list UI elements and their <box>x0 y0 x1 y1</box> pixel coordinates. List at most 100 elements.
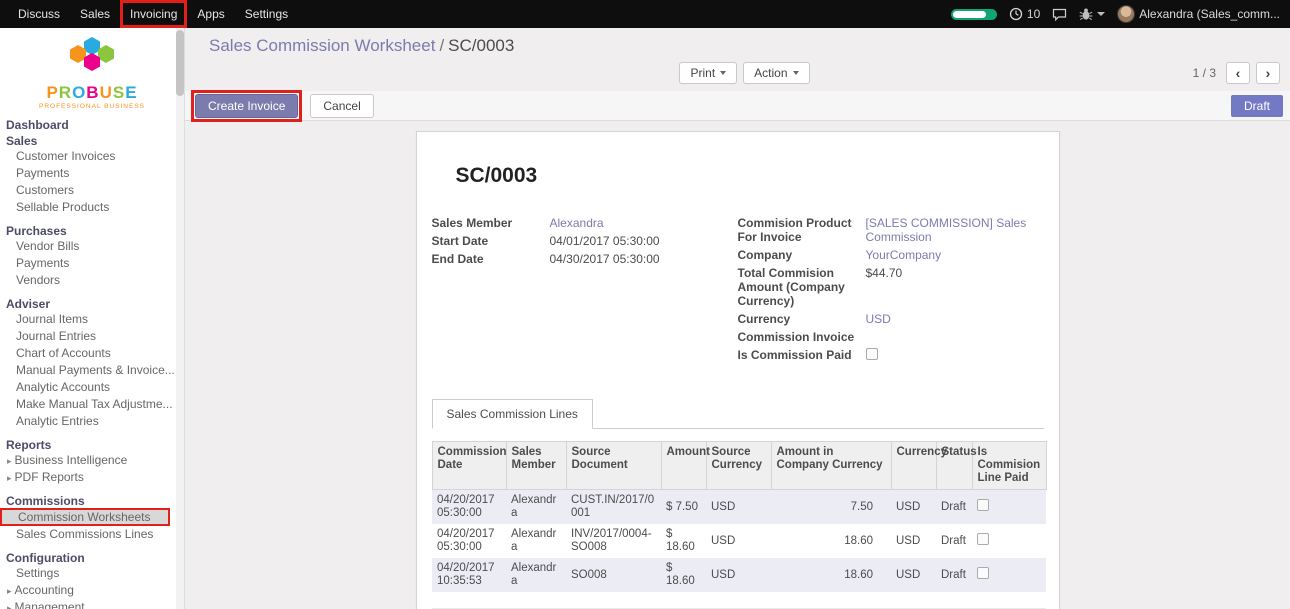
cell-amount-company-currency: 18.60 <box>771 558 891 592</box>
sidebar-section-reports[interactable]: Reports <box>0 438 184 452</box>
probuse-logo-text: PROBUSE <box>0 84 184 103</box>
cell-amount: $ 7.50 <box>661 490 706 525</box>
sidebar-item-manual-payments-invoice[interactable]: Manual Payments & Invoice... <box>0 362 184 379</box>
breadcrumb-parent-link[interactable]: Sales Commission Worksheet <box>209 36 435 55</box>
form-status-bar: Create Invoice Cancel Draft <box>185 91 1290 121</box>
sidebar-item-sales-commissions-lines[interactable]: Sales Commissions Lines <box>0 526 184 543</box>
topbar: Discuss Sales Invoicing Apps Settings 10 <box>0 0 1290 28</box>
topbar-menu-sales[interactable]: Sales <box>70 0 120 28</box>
topbar-menu-invoicing[interactable]: Invoicing <box>120 0 187 28</box>
field-label-total-commission-amount: Total Commision Amount (Company Currency… <box>738 266 866 308</box>
sidebar-item-pdf-reports[interactable]: ▸PDF Reports <box>0 469 184 486</box>
topbar-menu-settings[interactable]: Settings <box>235 0 298 28</box>
table-gap-row <box>432 592 1046 608</box>
debug-menu[interactable] <box>1079 8 1105 21</box>
sidebar-item-accounting[interactable]: ▸Accounting <box>0 582 184 599</box>
cell-source-currency: USD <box>706 524 771 558</box>
action-button[interactable]: Action <box>743 62 809 84</box>
sidebar-item-chart-of-accounts[interactable]: Chart of Accounts <box>0 345 184 362</box>
col-header-currency[interactable]: Currency <box>891 442 936 490</box>
cell-amount: $ 18.60 <box>661 524 706 558</box>
commission-product-link[interactable]: [SALES COMMISSION] Sales Commission <box>866 216 1041 244</box>
user-menu[interactable]: Alexandra (Sales_comm... <box>1117 5 1280 23</box>
sidebar-section-dashboard[interactable]: Dashboard <box>0 118 184 132</box>
col-header-sales-member[interactable]: Sales Member <box>506 442 566 490</box>
cancel-button[interactable]: Cancel <box>310 94 373 118</box>
activities-clock[interactable]: 10 <box>1009 7 1040 21</box>
sidebar-section-sales[interactable]: Sales <box>0 134 184 148</box>
activities-count: 10 <box>1027 7 1040 21</box>
sidebar-item-business-intelligence[interactable]: ▸Business Intelligence <box>0 452 184 469</box>
sales-member-link[interactable]: Alexandra <box>550 216 604 230</box>
sidebar-item-journal-entries[interactable]: Journal Entries <box>0 328 184 345</box>
sidebar-item-management[interactable]: ▸Management <box>0 599 184 609</box>
clock-icon <box>1009 7 1023 21</box>
probuse-logo-tagline: PROFESSIONAL BUSINESS <box>0 103 184 110</box>
table-row[interactable]: 04/20/2017 05:30:00 Alexandra INV/2017/0… <box>432 524 1046 558</box>
sidebar-scrollbar-thumb[interactable] <box>176 30 184 96</box>
sidebar-item-label: Business Intelligence <box>15 453 128 467</box>
sidebar-scrollbar[interactable] <box>176 28 184 609</box>
line-paid-checkbox[interactable] <box>977 533 989 545</box>
col-header-amount[interactable]: Amount <box>661 442 706 490</box>
field-label-start-date: Start Date <box>432 234 550 248</box>
cell-source-document: INV/2017/0004-SO008 <box>566 524 661 558</box>
table-row[interactable]: 04/20/2017 10:35:53 Alexandra SO008 $ 18… <box>432 558 1046 592</box>
col-header-amount-company-currency[interactable]: Amount in Company Currency <box>771 442 891 490</box>
status-badge-draft[interactable]: Draft <box>1231 95 1283 117</box>
company-link[interactable]: YourCompany <box>866 248 942 262</box>
sidebar-item-settings[interactable]: Settings <box>0 565 184 582</box>
sidebar-item-analytic-accounts[interactable]: Analytic Accounts <box>0 379 184 396</box>
print-button-label: Print <box>690 66 715 80</box>
debug-bug-icon <box>1079 8 1093 21</box>
sidebar-item-sellable-products[interactable]: Sellable Products <box>0 199 184 216</box>
tab-sales-commission-lines[interactable]: Sales Commission Lines <box>432 399 593 429</box>
sidebar-item-payments-sales[interactable]: Payments <box>0 165 184 182</box>
col-header-commission-date[interactable]: Commission Date <box>432 442 506 490</box>
expand-arrow-icon: ▸ <box>7 603 12 609</box>
topbar-menu-apps[interactable]: Apps <box>187 0 234 28</box>
sidebar-item-payments-purchases[interactable]: Payments <box>0 255 184 272</box>
is-commission-paid-checkbox[interactable] <box>866 348 878 360</box>
sidebar-item-vendor-bills[interactable]: Vendor Bills <box>0 238 184 255</box>
sidebar-item-label: Management <box>15 600 85 609</box>
pager-value: 1 / 3 <box>1193 66 1216 80</box>
cell-status: Draft <box>936 490 972 525</box>
sidebar-item-customer-invoices[interactable]: Customer Invoices <box>0 148 184 165</box>
messages-menu[interactable] <box>1052 8 1067 21</box>
col-header-is-commission-line-paid[interactable]: Is Commision Line Paid <box>972 442 1046 490</box>
sidebar-section-purchases[interactable]: Purchases <box>0 224 184 238</box>
sidebar-item-analytic-entries[interactable]: Analytic Entries <box>0 413 184 430</box>
print-button[interactable]: Print <box>679 62 737 84</box>
sidebar-item-customers[interactable]: Customers <box>0 182 184 199</box>
breadcrumb: Sales Commission Worksheet/SC/0003 <box>209 36 1280 56</box>
sidebar-item-journal-items[interactable]: Journal Items <box>0 311 184 328</box>
cell-sales-member: Alexandra <box>506 490 566 525</box>
planner-progress-bar[interactable] <box>951 9 997 20</box>
sidebar-item-commission-worksheets[interactable]: Commission Worksheets <box>0 508 170 526</box>
pager-previous-button[interactable]: ‹ <box>1226 62 1250 84</box>
sidebar-section-commissions[interactable]: Commissions <box>0 494 184 508</box>
cell-status: Draft <box>936 524 972 558</box>
topbar-menu-discuss[interactable]: Discuss <box>8 0 70 28</box>
probuse-logo[interactable]: PROBUSE PROFESSIONAL BUSINESS <box>0 28 184 114</box>
form-view: SC/0003 Sales Member Alexandra Start Dat… <box>185 121 1290 609</box>
systray: 10 Alexandra (Sales_comm... <box>951 5 1290 23</box>
sidebar-item-vendors[interactable]: Vendors <box>0 272 184 289</box>
pager-next-button[interactable]: › <box>1256 62 1280 84</box>
line-paid-checkbox[interactable] <box>977 499 989 511</box>
sidebar-section-configuration[interactable]: Configuration <box>0 551 184 565</box>
cell-source-document: CUST.IN/2017/0001 <box>566 490 661 525</box>
sidebar-item-make-manual-tax-adjustments[interactable]: Make Manual Tax Adjustme... <box>0 396 184 413</box>
col-header-source-currency[interactable]: Source Currency <box>706 442 771 490</box>
field-label-is-commission-paid: Is Commission Paid <box>738 348 866 363</box>
create-invoice-button[interactable]: Create Invoice <box>195 94 298 118</box>
sidebar-section-adviser[interactable]: Adviser <box>0 297 184 311</box>
table-row[interactable]: 04/20/2017 05:30:00 Alexandra CUST.IN/20… <box>432 490 1046 525</box>
col-header-status[interactable]: Status <box>936 442 972 490</box>
currency-link[interactable]: USD <box>866 312 891 326</box>
col-header-source-document[interactable]: Source Document <box>566 442 661 490</box>
control-panel: Sales Commission Worksheet/SC/0003 Print… <box>185 28 1290 85</box>
line-paid-checkbox[interactable] <box>977 567 989 579</box>
sidebar-item-label: PDF Reports <box>15 470 84 484</box>
